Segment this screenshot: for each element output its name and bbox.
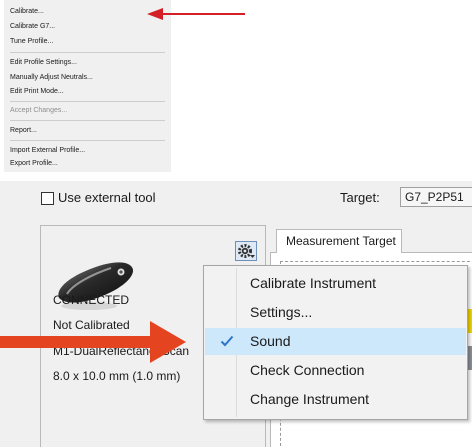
instrument-options-button[interactable] <box>235 241 257 261</box>
aperture-size: 8.0 x 10.0 mm (1.0 mm) <box>53 369 181 383</box>
menu-item-calibrate-g7[interactable]: Calibrate G7... <box>10 21 55 33</box>
menu-item-manually-adjust-neutrals[interactable]: Manually Adjust Neutrals... <box>10 72 93 84</box>
menu-item-label: Sound <box>250 333 291 349</box>
annotation-arrow-middle <box>0 321 186 363</box>
target-label: Target: <box>340 190 380 205</box>
checkmark-icon <box>220 335 234 347</box>
menu-item-import-external-profile[interactable]: Import External Profile... <box>10 145 85 157</box>
use-external-tool-checkbox[interactable] <box>41 192 54 205</box>
instrument-status: CONNECTED <box>53 293 130 307</box>
menu-separator <box>10 52 165 53</box>
menu-item-calibrate[interactable]: Calibrate... <box>10 6 44 18</box>
menu-item-sound[interactable]: Sound <box>205 328 466 355</box>
menu-item-edit-print-mode[interactable]: Edit Print Mode... <box>10 86 64 98</box>
menu-item-check-connection[interactable]: Check Connection <box>205 357 466 384</box>
annotation-arrow-top <box>147 8 245 20</box>
menu-item-change-instrument[interactable]: Change Instrument <box>205 386 466 413</box>
menu-item-tune-profile[interactable]: Tune Profile... <box>10 36 53 48</box>
menu-item-calibrate-instrument[interactable]: Calibrate Instrument <box>205 270 466 297</box>
instrument-context-menu: Calibrate Instrument Settings... Sound C… <box>203 265 468 420</box>
profile-menu: Calibrate... Calibrate G7... Tune Profil… <box>4 0 171 172</box>
menu-item-edit-profile-settings[interactable]: Edit Profile Settings... <box>10 57 77 69</box>
use-external-tool-label: Use external tool <box>58 190 156 205</box>
gear-icon <box>238 244 255 258</box>
menu-separator <box>10 101 165 102</box>
menu-item-report[interactable]: Report... <box>10 125 37 137</box>
target-field[interactable]: G7_P2P51 <box>400 187 472 207</box>
menu-item-label: Settings... <box>250 304 313 320</box>
tab-measurement-target[interactable]: Measurement Target <box>276 229 402 253</box>
menu-item-label: Calibrate Instrument <box>250 275 377 291</box>
menu-separator <box>10 120 165 121</box>
menu-separator <box>10 140 165 141</box>
menu-item-accept-changes: Accept Changes... <box>10 107 68 114</box>
menu-item-label: Check Connection <box>250 362 365 378</box>
menu-item-label: Change Instrument <box>250 391 370 407</box>
menu-item-settings[interactable]: Settings... <box>205 299 466 326</box>
menu-item-export-profile[interactable]: Export Profile... <box>10 158 58 170</box>
